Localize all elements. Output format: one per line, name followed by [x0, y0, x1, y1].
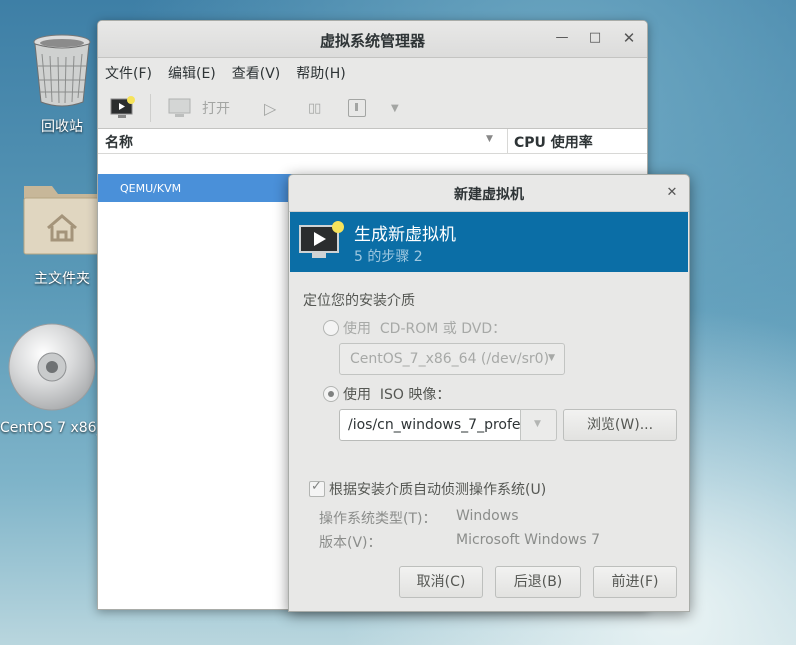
dvd-label: CentOS 7 x86_64	[0, 420, 100, 436]
menu-edit[interactable]: 编辑(E)	[168, 63, 216, 83]
iso-radio[interactable]	[323, 386, 339, 402]
dialog-title: 新建虚拟机	[454, 187, 524, 203]
sort-chevron-icon[interactable]: ▼	[486, 134, 493, 144]
os-type-label: 操作系统类型(T)：	[319, 511, 437, 527]
open-button[interactable]: 打开	[168, 96, 230, 120]
open-label: 打开	[202, 101, 230, 117]
run-button[interactable]: ▷	[264, 96, 276, 120]
column-divider	[507, 129, 508, 153]
monitor-icon	[168, 98, 191, 117]
menu-file[interactable]: 文件(F)	[105, 63, 152, 83]
wizard-header-title: 生成新虚拟机	[354, 225, 456, 245]
chevron-down-icon: ▼	[534, 419, 541, 429]
cancel-button[interactable]: 取消(C)	[399, 566, 483, 598]
home-folder-icon	[23, 186, 101, 255]
trash-icon	[33, 34, 91, 107]
iso-history-dropdown[interactable]: ▼	[520, 409, 557, 441]
iso-path-input[interactable]: /ios/cn_windows_7_professional	[339, 409, 521, 441]
trash-desktop-icon[interactable]: 回收站	[20, 32, 104, 136]
new-vm-dialog: 新建虚拟机 ✕ 生成新虚拟机 5 的步骤 2 定位您的安装介质 使用 CD-RO…	[288, 174, 690, 612]
cdrom-select[interactable]: CentOS_7_x86_64 (/dev/sr0) ▼	[339, 343, 565, 375]
back-button[interactable]: 后退(B)	[495, 566, 581, 598]
maximize-icon[interactable]: □	[586, 29, 604, 47]
main-titlebar[interactable]: 虚拟系统管理器 — □ ✕	[98, 21, 647, 58]
auto-detect-checkbox[interactable]: ✓	[309, 479, 325, 497]
home-folder-desktop-icon[interactable]: 主文件夹	[14, 176, 110, 288]
cdrom-radio-label: 使用 CD-ROM 或 DVD：	[343, 321, 507, 337]
iso-path-value: /ios/cn_windows_7_professional	[348, 417, 521, 433]
dialog-titlebar[interactable]: 新建虚拟机 ✕	[289, 175, 689, 212]
version-label: 版本(V)：	[319, 535, 382, 551]
wizard-step-label: 5 的步骤 2	[354, 249, 423, 265]
version-value: Microsoft Windows 7	[456, 532, 601, 548]
chevron-down-icon: ▼	[391, 102, 399, 114]
close-icon[interactable]: ✕	[620, 29, 638, 47]
connection-label: QEMU/KVM	[120, 182, 182, 195]
auto-detect-label: 根据安装介质自动侦测操作系统(U)	[329, 482, 547, 498]
pause-icon: ▯▯	[308, 100, 321, 116]
toolbar: 打开 ▷ ▯▯ ▼	[98, 88, 647, 129]
minimize-icon[interactable]: —	[553, 29, 571, 47]
new-vm-icon	[110, 96, 135, 118]
os-type-value: Windows	[456, 508, 519, 524]
play-icon: ▷	[264, 98, 277, 118]
new-vm-large-icon	[299, 221, 344, 258]
dvd-desktop-icon[interactable]: CentOS 7 x86_64	[0, 322, 104, 436]
new-vm-button[interactable]	[110, 96, 136, 120]
chevron-down-icon: ▼	[548, 353, 555, 363]
dialog-close-icon[interactable]: ✕	[663, 184, 681, 202]
iso-path-combo: /ios/cn_windows_7_professional ▼	[339, 409, 559, 441]
home-folder-label: 主文件夹	[34, 271, 90, 287]
dvd-icon	[8, 323, 96, 411]
toolbar-separator	[150, 94, 151, 122]
cdrom-radio[interactable]	[323, 320, 339, 336]
iso-radio-label: 使用 ISO 映像：	[343, 387, 451, 403]
shutdown-button[interactable]	[348, 96, 366, 120]
column-name[interactable]: 名称	[105, 132, 133, 152]
checkmark-icon: ✓	[311, 479, 322, 494]
column-cpu[interactable]: CPU 使用率	[514, 132, 593, 152]
menubar: 文件(F) 编辑(E) 查看(V) 帮助(H)	[98, 58, 647, 88]
menu-view[interactable]: 查看(V)	[232, 63, 281, 83]
trash-label: 回收站	[41, 119, 83, 135]
wizard-header: 生成新虚拟机 5 的步骤 2	[290, 212, 688, 272]
power-icon	[348, 99, 366, 117]
browse-button[interactable]: 浏览(W)...	[563, 409, 677, 441]
forward-button[interactable]: 前进(F)	[593, 566, 677, 598]
section-label: 定位您的安装介质	[303, 293, 415, 309]
menu-help[interactable]: 帮助(H)	[296, 63, 345, 83]
cdrom-select-value: CentOS_7_x86_64 (/dev/sr0)	[350, 351, 550, 367]
pause-button[interactable]: ▯▯	[308, 96, 321, 120]
shutdown-menu-button[interactable]: ▼	[391, 96, 399, 120]
vm-list-header: 名称 ▼ CPU 使用率	[98, 129, 647, 154]
